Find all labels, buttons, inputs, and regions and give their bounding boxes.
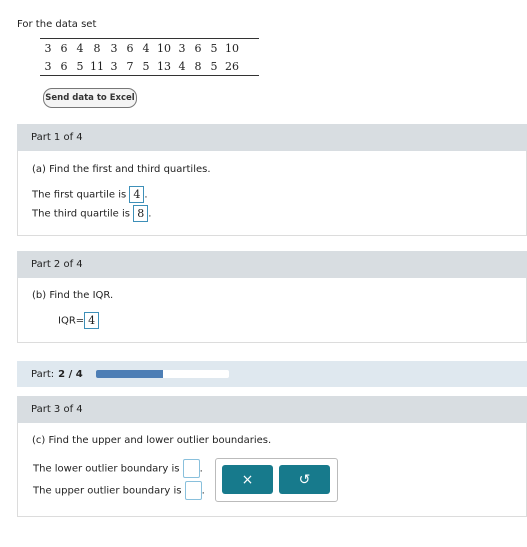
q1-period: . <box>144 189 148 201</box>
part3-header: Part 3 of 4 <box>17 396 527 423</box>
upper-period: . <box>201 485 205 497</box>
data-cell: 6 <box>126 41 134 55</box>
q3-line: The third quartile is 8. <box>32 205 151 222</box>
data-cell: 10 <box>157 41 171 55</box>
part1-question: (a) Find the first and third quartiles. <box>32 164 211 175</box>
data-cell: 6 <box>60 59 68 73</box>
clear-button[interactable]: × <box>222 465 273 494</box>
iqr-label: IQR= <box>58 315 85 327</box>
undo-button[interactable]: ↺ <box>279 465 330 494</box>
q3-label: The third quartile is <box>32 208 130 220</box>
q1-label: The first quartile is <box>32 189 127 201</box>
intro-text: For the data set <box>17 19 97 30</box>
data-row-2: 3 6 5 11 3 7 5 13 4 8 5 26 <box>40 57 259 75</box>
part3-question: (c) Find the upper and lower outlier bou… <box>32 435 272 446</box>
data-cell: 13 <box>157 59 171 73</box>
lower-boundary-input[interactable] <box>182 459 200 478</box>
iqr-answer[interactable]: 4 <box>84 312 100 329</box>
upper-boundary-input[interactable] <box>184 481 202 500</box>
answer-tools-panel: × ↺ <box>215 458 338 502</box>
data-cell: 10 <box>225 41 239 55</box>
part2-question: (b) Find the IQR. <box>32 290 114 301</box>
q1-line: The first quartile is 4. <box>32 186 148 203</box>
progress-track <box>96 370 229 378</box>
q3-answer[interactable]: 8 <box>133 205 149 222</box>
upper-boundary-line: The upper outlier boundary is . <box>33 481 205 500</box>
data-cell: 3 <box>178 41 186 55</box>
data-cell: 6 <box>194 41 202 55</box>
data-cell: 3 <box>44 59 52 73</box>
part1-header: Part 1 of 4 <box>17 124 527 151</box>
data-cell: 26 <box>225 59 239 73</box>
undo-icon: ↺ <box>298 471 311 488</box>
part2-header: Part 2 of 4 <box>17 251 527 278</box>
data-cell: 3 <box>110 59 118 73</box>
progress-label: Part: <box>31 368 55 380</box>
close-icon: × <box>241 471 254 488</box>
lower-period: . <box>199 463 203 475</box>
lower-boundary-label: The lower outlier boundary is <box>33 463 180 475</box>
q3-period: . <box>148 208 152 220</box>
data-cell: 8 <box>93 41 101 55</box>
data-cell: 7 <box>126 59 134 73</box>
iqr-line: IQR= 4 <box>58 312 100 329</box>
upper-boundary-label: The upper outlier boundary is <box>33 485 182 497</box>
progress-fill <box>96 370 163 378</box>
data-cell: 5 <box>210 59 218 73</box>
data-cell: 5 <box>76 59 84 73</box>
data-cell: 4 <box>142 41 150 55</box>
q1-answer[interactable]: 4 <box>129 186 145 203</box>
send-to-excel-button[interactable]: Send data to Excel <box>43 88 137 108</box>
part1-body: (a) Find the first and third quartiles. … <box>17 151 527 236</box>
data-cell: 3 <box>44 41 52 55</box>
data-cell: 8 <box>194 59 202 73</box>
data-row-1: 3 6 4 8 3 6 4 10 3 6 5 10 <box>40 39 259 57</box>
data-cell: 4 <box>76 41 84 55</box>
part3-header-label: Part 3 of 4 <box>31 404 83 415</box>
part2-body: (b) Find the IQR. IQR= 4 <box>17 278 527 343</box>
data-cell: 11 <box>90 59 104 73</box>
lower-boundary-line: The lower outlier boundary is . <box>33 459 203 478</box>
data-cell: 3 <box>110 41 118 55</box>
part1-header-label: Part 1 of 4 <box>31 132 83 143</box>
progress-value: 2 / 4 <box>58 368 83 380</box>
progress-bar: Part: 2 / 4 <box>17 361 527 387</box>
data-cell: 4 <box>178 59 186 73</box>
data-cell: 5 <box>210 41 218 55</box>
data-cell: 5 <box>142 59 150 73</box>
data-cell: 6 <box>60 41 68 55</box>
part2-header-label: Part 2 of 4 <box>31 259 83 270</box>
data-table: 3 6 4 8 3 6 4 10 3 6 5 10 3 6 5 11 3 7 5… <box>40 38 259 76</box>
